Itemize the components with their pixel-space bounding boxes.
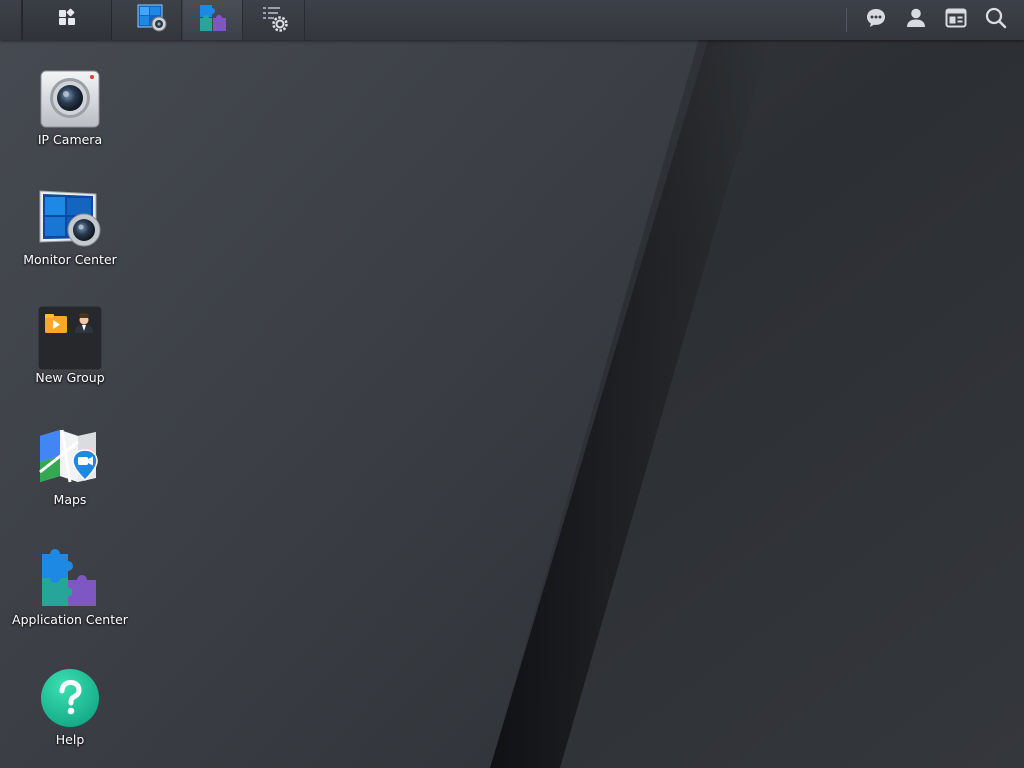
taskbar-app-monitor-center[interactable] [122,0,182,40]
desktop-shortcut-label: Application Center [12,612,128,627]
show-desktop-button[interactable] [0,0,22,40]
desktop-shortcut-application-center[interactable]: Application Center [0,548,140,658]
user-options-button[interactable] [896,0,936,40]
search-icon [985,7,1007,33]
mouse-pointer-icon [877,762,886,768]
desktop-wallpaper [0,0,1024,768]
desktop-shortcut-ip-camera[interactable]: IP Camera [0,68,140,178]
taskbar-app-application-center[interactable] [183,0,243,40]
application-center-icon [198,3,228,37]
notifications-button[interactable] [856,0,896,40]
settings-list-icon [260,3,290,37]
desktop-shortcut-maps[interactable]: Maps [0,428,140,538]
desktop-shortcut-label: IP Camera [37,132,103,147]
desktop-shortcut-monitor-center[interactable]: Monitor Center [0,188,140,298]
taskbar [0,0,1024,40]
maps-icon [38,428,102,492]
desktop-shortcut-new-group[interactable]: New Group [0,305,140,416]
taskbar-app-package-settings[interactable] [245,0,305,40]
chat-icon [865,7,887,33]
user-icon [905,7,927,33]
desktop-shortcut-label: Maps [53,492,87,507]
help-icon [38,668,102,732]
widgets-button[interactable] [936,0,976,40]
widgets-icon [945,7,967,33]
grid-icon [57,8,77,32]
group-folder-icon [37,305,103,371]
monitor-center-icon [38,188,102,252]
desktop-shortcut-label: Help [55,732,85,747]
main-menu-button[interactable] [22,0,112,40]
application-center-icon [38,548,102,612]
desktop-shortcut-label: New Group [35,370,105,385]
desktop-shortcut-help[interactable]: Help [0,668,140,768]
taskbar-separator [846,8,847,32]
ip-camera-icon [38,68,102,132]
search-button[interactable] [976,0,1016,40]
desktop-shortcut-label: Monitor Center [23,252,117,267]
monitor-center-icon [136,3,168,37]
